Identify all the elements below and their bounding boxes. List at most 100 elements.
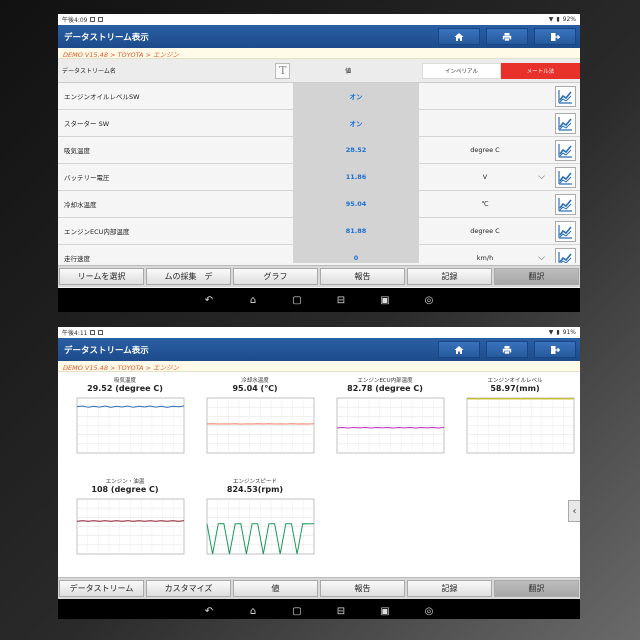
- table-row[interactable]: エンジンオイルレベルSW オン: [58, 83, 580, 110]
- graph-panel[interactable]: エンジンオイルレベル 58.97(mm): [453, 376, 577, 469]
- table-row[interactable]: バッテリー電圧 11.86 V ⌵: [58, 164, 580, 191]
- select-stream-button[interactable]: リームを選択: [59, 268, 144, 285]
- home-button[interactable]: [438, 341, 480, 358]
- chevron-left-icon[interactable]: ‹: [568, 500, 580, 522]
- unit-label: ℃: [481, 200, 489, 208]
- table-row[interactable]: スターター SW オン: [58, 110, 580, 137]
- metric-button[interactable]: メートル法: [500, 62, 580, 79]
- record-button[interactable]: 記録: [407, 268, 492, 285]
- nav-home-icon[interactable]: ⌂: [246, 295, 260, 306]
- exit-icon: [551, 32, 560, 41]
- graph-title: エンジン・油温: [105, 479, 145, 485]
- report-button[interactable]: 報告: [320, 268, 405, 285]
- back-icon[interactable]: ↶: [202, 295, 216, 306]
- stream-name: エンジンオイルレベルSW: [64, 93, 140, 101]
- status-bar: 午後4:09 ▼ ▮ 92%: [58, 14, 580, 25]
- stream-name: スターター SW: [64, 120, 110, 128]
- record-button[interactable]: 記録: [407, 580, 492, 597]
- battery-icon: ▮: [556, 16, 560, 23]
- print-button[interactable]: [486, 341, 528, 358]
- stream-unit: degree C: [419, 218, 551, 244]
- report-button[interactable]: 報告: [320, 580, 405, 597]
- print-icon: [502, 345, 512, 354]
- exit-button[interactable]: [534, 341, 576, 358]
- title-bar: データストリーム表示: [58, 25, 580, 48]
- android-nav-bar: ↶ ⌂ ▢ ⊟ ▣ ◎: [58, 288, 580, 312]
- stream-value: 0: [293, 245, 419, 263]
- recent-apps-icon[interactable]: ▢: [290, 295, 304, 306]
- graph-cell: [551, 218, 580, 244]
- gamepad-icon[interactable]: ⊟: [334, 606, 348, 617]
- stream-unit[interactable]: V ⌵: [419, 164, 551, 190]
- value-button[interactable]: 値: [233, 580, 318, 597]
- print-button[interactable]: [486, 28, 528, 45]
- graph-panel[interactable]: エンジンECU内部温度 82.78 (degree C): [323, 376, 447, 469]
- screenshot-icon[interactable]: ◎: [422, 606, 436, 617]
- customize-button[interactable]: カスタマイズ: [146, 580, 231, 597]
- home-icon: [454, 32, 464, 41]
- unit-label: V: [482, 173, 488, 181]
- text-size-icon[interactable]: T: [275, 62, 291, 79]
- graph-icon[interactable]: [555, 85, 576, 107]
- graph-panel[interactable]: 冷却水温度 95.04 (℃): [193, 376, 317, 469]
- graph-icon[interactable]: [555, 193, 576, 215]
- graph-icon[interactable]: [555, 112, 576, 134]
- unit-label: degree C: [470, 146, 500, 154]
- nav-home-icon[interactable]: ⌂: [246, 606, 260, 617]
- table-row[interactable]: 吸気温度 28.52 degree C: [58, 137, 580, 164]
- back-icon[interactable]: ↶: [202, 606, 216, 617]
- graph-button[interactable]: グラフ: [233, 268, 318, 285]
- graph-icon[interactable]: [555, 247, 576, 263]
- stream-unit: ℃: [419, 191, 551, 217]
- breadcrumb: DEMO V15.48 > TOYOTA > エンジン: [58, 361, 580, 372]
- gamepad-icon[interactable]: ⊟: [334, 295, 348, 306]
- graph-cell: [551, 137, 580, 163]
- data-stream-table: エンジンオイルレベルSW オン スターター SW オン 吸気温度 28.52 degree …: [58, 83, 580, 263]
- graph-icon[interactable]: [555, 220, 576, 242]
- wifi-icon: ▼: [548, 329, 554, 336]
- table-row[interactable]: 冷却水温度 95.04 ℃: [58, 191, 580, 218]
- stream-unit[interactable]: km/h ⌵: [419, 245, 551, 263]
- graph-value: 824.53(rpm): [226, 485, 284, 494]
- graph-panel[interactable]: 吸気温度 29.52 (degree C): [63, 376, 187, 469]
- graph-icon[interactable]: [555, 139, 576, 161]
- graph-icon[interactable]: [555, 166, 576, 188]
- table-row[interactable]: 走行速度 0 km/h ⌵: [58, 245, 580, 263]
- data-stream-button[interactable]: データストリーム: [59, 580, 144, 597]
- stream-name: 走行速度: [64, 255, 90, 263]
- gallery-icon[interactable]: ▣: [378, 295, 392, 306]
- chevron-down-icon[interactable]: ⌵: [538, 172, 545, 182]
- stream-unit: degree C: [419, 137, 551, 163]
- graph-cell: [551, 191, 580, 217]
- notification-icon: [90, 17, 96, 22]
- status-time: 午後4:11: [62, 330, 88, 337]
- chevron-down-icon[interactable]: ⌵: [538, 253, 545, 263]
- title-bar: データストリーム表示: [58, 338, 580, 361]
- home-button[interactable]: [438, 28, 480, 45]
- battery-level: 91%: [562, 329, 576, 336]
- stream-unit: [419, 110, 551, 136]
- home-icon: [454, 345, 464, 354]
- bottom-toolbar: リームを選択 ムの採集 デ グラフ 報告 記録 翻訳: [58, 265, 580, 287]
- stream-name: 吸気温度: [64, 147, 90, 155]
- gallery-icon[interactable]: ▣: [378, 606, 392, 617]
- header-value: 値: [345, 68, 352, 75]
- exit-button[interactable]: [534, 28, 576, 45]
- translate-button[interactable]: 翻訳: [494, 268, 579, 285]
- android-nav-bar: ↶ ⌂ ▢ ⊟ ▣ ◎: [58, 599, 580, 619]
- translate-button[interactable]: 翻訳: [494, 580, 579, 597]
- page-title: データストリーム表示: [64, 32, 149, 43]
- screenshot-icon[interactable]: ◎: [422, 295, 436, 306]
- graph-cell: [551, 245, 580, 263]
- data-capture-button[interactable]: ムの採集 デ: [146, 268, 231, 285]
- stream-value: オン: [293, 110, 419, 136]
- graph-title: エンジンオイルレベル: [487, 378, 543, 384]
- table-row[interactable]: エンジンECU内部温度 81.88 degree C: [58, 218, 580, 245]
- graph-plot: [76, 498, 185, 555]
- stream-name: エンジンECU内部温度: [64, 228, 130, 236]
- graph-panel[interactable]: エンジンスピード 824.53(rpm): [193, 477, 317, 570]
- graph-title: 冷却水温度: [241, 378, 269, 384]
- graph-panel[interactable]: エンジン・油温 108 (degree C): [63, 477, 187, 570]
- recent-apps-icon[interactable]: ▢: [290, 606, 304, 617]
- imperial-button[interactable]: インペリアル: [421, 62, 501, 79]
